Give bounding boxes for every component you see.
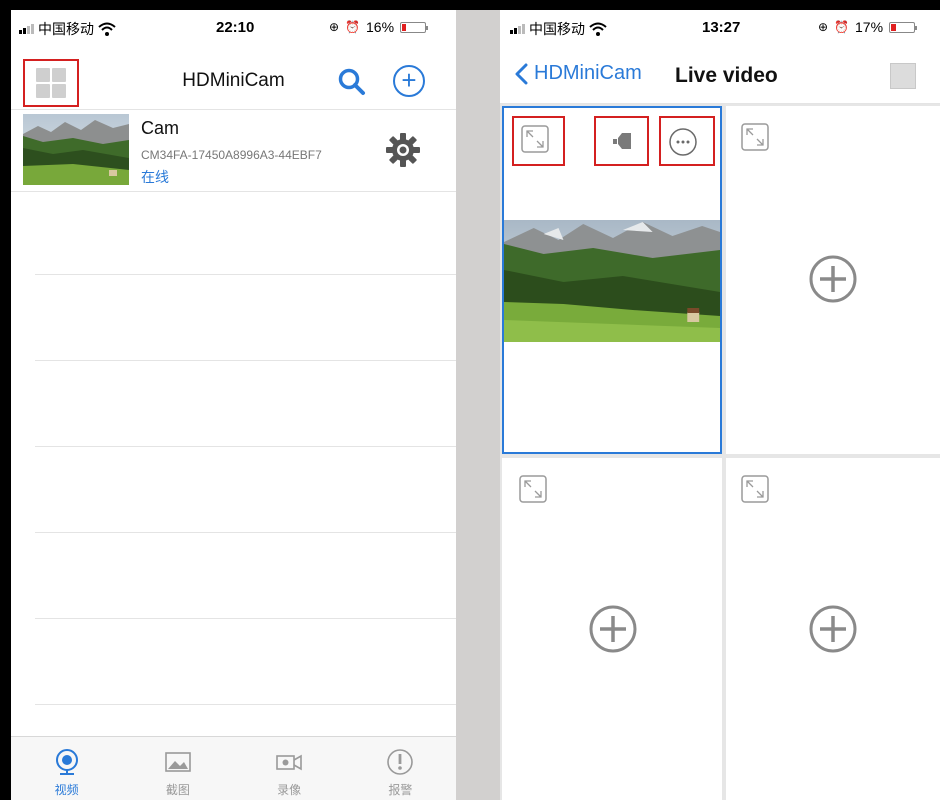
more-highlight [659, 116, 715, 166]
add-device-button[interactable]: + [393, 65, 425, 97]
tab-bar: 视频 截图 录像 报警 [11, 736, 456, 800]
battery-percent: 16% [366, 19, 395, 35]
tab-recording[interactable]: 录像 [234, 737, 345, 800]
clock: 13:27 [702, 19, 741, 36]
video-cell-1[interactable] [502, 106, 722, 454]
list-separator [35, 274, 456, 275]
status-right: ⊕ ⏰ 17% [818, 19, 918, 35]
battery-icon [400, 21, 429, 33]
video-cell-3[interactable] [502, 458, 722, 800]
device-id: CM34FA-17450A8996A3-44EBF7 [141, 148, 322, 162]
speaker-highlight [594, 116, 649, 166]
add-camera-plus-icon[interactable] [808, 604, 858, 654]
add-camera-plus-icon[interactable] [588, 604, 638, 654]
tab-alarm[interactable]: 报警 [345, 737, 456, 800]
device-list-item[interactable]: Cam CM34FA-17450A8996A3-44EBF7 在线 [11, 110, 456, 192]
signal-icon [510, 24, 525, 34]
gear-icon[interactable] [385, 132, 421, 168]
device-status: 在线 [141, 169, 169, 185]
live-video-screen: 中国移动 13:27 ⊕ ⏰ 17% HDMiniCam Live video [500, 10, 940, 800]
signal-icon [19, 24, 34, 34]
orientation-lock-icon: ⊕ [329, 20, 340, 34]
add-camera-plus-icon[interactable] [808, 254, 858, 304]
orientation-lock-icon: ⊕ [818, 20, 829, 34]
alarm-icon [387, 749, 414, 775]
plus-icon: + [401, 65, 417, 95]
nav-bar: HDMiniCam Live video [500, 48, 940, 104]
carrier-label: 中国移动 [38, 21, 94, 37]
list-separator [35, 532, 456, 533]
back-label: HDMiniCam [534, 62, 642, 84]
tab-label: 录像 [277, 783, 302, 797]
camera-thumbnail [23, 114, 129, 185]
status-right: ⊕ ⏰ 16% [329, 19, 429, 35]
expand-icon[interactable] [738, 120, 772, 154]
image-icon [165, 752, 191, 772]
expand-icon[interactable] [516, 472, 550, 506]
screenshot-divider [456, 10, 500, 800]
page-title: HDMiniCam [182, 70, 285, 91]
tab-video[interactable]: 视频 [11, 737, 122, 800]
list-separator [35, 360, 456, 361]
search-icon[interactable] [336, 66, 368, 98]
status-bar: 中国移动 22:10 ⊕ ⏰ 16% [11, 10, 456, 42]
list-separator [35, 446, 456, 447]
battery-icon [889, 21, 918, 33]
tab-label: 截图 [165, 783, 190, 797]
wifi-icon [98, 22, 116, 36]
tab-label: 报警 [388, 783, 413, 797]
video-cell-2[interactable] [726, 106, 940, 454]
device-list-screen: 中国移动 22:10 ⊕ ⏰ 16% HDMiniCam + Cam CM34F… [11, 10, 456, 800]
screenshot-root: 中国移动 22:10 ⊕ ⏰ 16% HDMiniCam + Cam CM34F… [0, 0, 940, 800]
wifi-icon [589, 22, 607, 36]
expand-icon[interactable] [738, 472, 772, 506]
list-separator [35, 618, 456, 619]
expand-highlight [512, 116, 565, 166]
tab-label: 视频 [54, 783, 79, 797]
tab-screenshot[interactable]: 截图 [122, 737, 233, 800]
carrier-group: 中国移动 [510, 19, 607, 39]
video-grid [500, 104, 940, 800]
layout-toggle-button[interactable] [890, 63, 916, 89]
alarm-clock-icon: ⏰ [834, 20, 850, 34]
video-camera-icon [276, 754, 302, 771]
nav-bar: HDMiniCam + [11, 48, 456, 110]
camera-video-icon [55, 749, 78, 775]
carrier-label: 中国移动 [529, 21, 585, 37]
back-button[interactable]: HDMiniCam [514, 62, 642, 85]
list-separator [35, 704, 456, 705]
live-video-feed [504, 220, 720, 342]
video-cell-4[interactable] [726, 458, 940, 800]
device-name: Cam [141, 118, 180, 138]
chevron-left-icon [515, 63, 528, 84]
alarm-clock-icon: ⏰ [345, 20, 361, 34]
clock: 22:10 [216, 19, 255, 36]
status-bar: 中国移动 13:27 ⊕ ⏰ 17% [500, 10, 940, 42]
page-title: Live video [675, 64, 778, 87]
carrier-group: 中国移动 [19, 19, 116, 39]
battery-percent: 17% [855, 19, 884, 35]
